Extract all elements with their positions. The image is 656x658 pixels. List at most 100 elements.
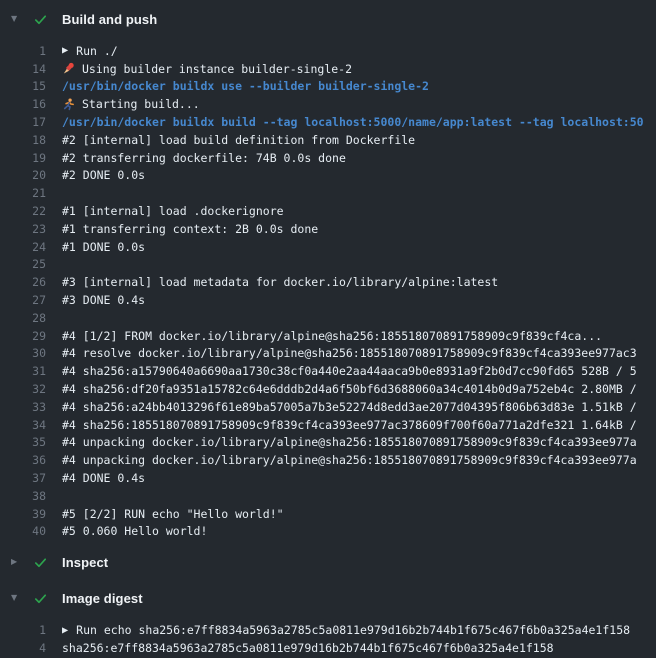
- line-number[interactable]: 40: [0, 524, 46, 538]
- workflow-log-viewer: ▼Build and push1▶Run ./14Using builder i…: [0, 0, 656, 658]
- line-number[interactable]: 15: [0, 79, 46, 93]
- log-line: 38: [0, 487, 656, 505]
- log-text: sha256:e7ff8834a5963a2785c5a0811e979d16b…: [62, 641, 554, 655]
- log-line: 19 #2 transferring dockerfile: 74B 0.0s d…: [0, 149, 656, 167]
- chevron-down-icon[interactable]: ▼: [11, 15, 25, 23]
- log-text: #1 transferring context: 2B 0.0s done: [62, 222, 318, 236]
- log-line: 21: [0, 184, 656, 202]
- line-number[interactable]: 29: [0, 329, 46, 343]
- line-number[interactable]: 20: [0, 168, 46, 182]
- log-text: #4 unpacking docker.io/library/alpine@sh…: [62, 453, 637, 467]
- log-text: ▶Run echo sha256:e7ff8834a5963a2785c5a08…: [62, 623, 630, 637]
- runner-icon: [62, 98, 75, 111]
- log-text: #4 sha256:a24bb4013296f61e89ba57005a7b3e…: [62, 400, 637, 414]
- log-line: 23 #1 transferring context: 2B 0.0s done: [0, 220, 656, 238]
- log-line: 1 ▶Run echo sha256:e7ff8834a5963a2785c5a0…: [0, 621, 656, 639]
- log-text: #2 transferring dockerfile: 74B 0.0s don…: [62, 151, 346, 165]
- log-text: /usr/bin/docker buildx use --builder bui…: [62, 79, 429, 93]
- step-log-lines: 1 ▶Run ./ 14 Using builder instance builder…: [0, 42, 656, 540]
- line-number[interactable]: 17: [0, 115, 46, 129]
- line-number[interactable]: 28: [0, 311, 46, 325]
- log-line: 15/usr/bin/docker buildx use --builder b…: [0, 78, 656, 96]
- log-line: 4 sha256:e7ff8834a5963a2785c5a0811e979d16…: [0, 639, 656, 657]
- log-text: #2 DONE 0.0s: [62, 168, 145, 182]
- chevron-right-icon[interactable]: ▶: [11, 558, 25, 566]
- log-line: 16 Starting build...: [0, 95, 656, 113]
- line-number[interactable]: 1: [0, 44, 46, 58]
- log-text: #4 sha256:185518070891758909c9f839cf4ca3…: [62, 418, 637, 432]
- step-image-digest: ▼Image digest 1 ▶Run echo sha256:e7ff8834a…: [0, 584, 656, 657]
- line-number[interactable]: 4: [0, 641, 46, 655]
- log-text: #5 0.060 Hello world!: [62, 524, 207, 538]
- play-icon[interactable]: ▶: [62, 625, 68, 634]
- line-number[interactable]: 21: [0, 186, 46, 200]
- log-text: #4 resolve docker.io/library/alpine@sha2…: [62, 346, 637, 360]
- log-text: /usr/bin/docker buildx build --tag local…: [62, 115, 644, 129]
- line-number[interactable]: 31: [0, 364, 46, 378]
- log-text: #4 sha256:df20fa9351a15782c64e6dddb2d4a6…: [62, 382, 637, 396]
- log-text: Using builder instance builder-single-2: [62, 62, 352, 76]
- log-text: #4 sha256:a15790640a6690aa1730c38cf0a440…: [62, 364, 637, 378]
- log-line: 36 #4 unpacking docker.io/library/alpine@…: [0, 451, 656, 469]
- log-line: 24 #1 DONE 0.0s: [0, 238, 656, 256]
- check-icon: [33, 555, 49, 570]
- log-text: ▶Run ./: [62, 44, 118, 58]
- line-number[interactable]: 1: [0, 623, 46, 637]
- line-number[interactable]: 33: [0, 400, 46, 414]
- step-header-build-and-push[interactable]: ▼Build and push: [0, 5, 656, 33]
- check-icon: [33, 591, 49, 606]
- log-line: 30 #4 resolve docker.io/library/alpine@sh…: [0, 345, 656, 363]
- line-number[interactable]: 38: [0, 489, 46, 503]
- line-number[interactable]: 27: [0, 293, 46, 307]
- line-number[interactable]: 34: [0, 418, 46, 432]
- line-number[interactable]: 14: [0, 62, 46, 76]
- log-text: #4 unpacking docker.io/library/alpine@sh…: [62, 435, 637, 449]
- line-number[interactable]: 24: [0, 240, 46, 254]
- line-number[interactable]: 22: [0, 204, 46, 218]
- log-text: Starting build...: [62, 97, 200, 111]
- line-number[interactable]: 25: [0, 257, 46, 271]
- log-line: 39 #5 [2/2] RUN echo "Hello world!": [0, 505, 656, 523]
- log-line: 34 #4 sha256:185518070891758909c9f839cf4c…: [0, 416, 656, 434]
- log-line: 37 #4 DONE 0.4s: [0, 469, 656, 487]
- check-icon: [33, 12, 49, 27]
- line-number[interactable]: 35: [0, 435, 46, 449]
- line-number[interactable]: 16: [0, 97, 46, 111]
- log-line: 27 #3 DONE 0.4s: [0, 291, 656, 309]
- log-text: #3 DONE 0.4s: [62, 293, 145, 307]
- log-line: 35 #4 unpacking docker.io/library/alpine@…: [0, 434, 656, 452]
- line-number[interactable]: 26: [0, 275, 46, 289]
- log-text: #1 [internal] load .dockerignore: [62, 204, 284, 218]
- log-line: 33 #4 sha256:a24bb4013296f61e89ba57005a7b…: [0, 398, 656, 416]
- chevron-down-icon[interactable]: ▼: [11, 594, 25, 602]
- log-line: 32 #4 sha256:df20fa9351a15782c64e6dddb2d4…: [0, 380, 656, 398]
- line-number[interactable]: 18: [0, 133, 46, 147]
- log-text: #4 [1/2] FROM docker.io/library/alpine@s…: [62, 329, 602, 343]
- log-text: #1 DONE 0.0s: [62, 240, 145, 254]
- line-number[interactable]: 19: [0, 151, 46, 165]
- log-line: 25: [0, 256, 656, 274]
- pushpin-icon: [62, 62, 75, 75]
- play-icon[interactable]: ▶: [62, 46, 68, 55]
- log-line: 31 #4 sha256:a15790640a6690aa1730c38cf0a4…: [0, 362, 656, 380]
- line-number[interactable]: 32: [0, 382, 46, 396]
- log-line: 29 #4 [1/2] FROM docker.io/library/alpine…: [0, 327, 656, 345]
- step-inspect: ▶ Inspect: [0, 548, 656, 576]
- line-number[interactable]: 37: [0, 471, 46, 485]
- step-title: Inspect: [62, 555, 108, 570]
- log-text: #3 [internal] load metadata for docker.i…: [62, 275, 498, 289]
- step-header-inspect[interactable]: ▶ Inspect: [0, 548, 656, 576]
- log-text: #2 [internal] load build definition from…: [62, 133, 415, 147]
- log-text: #4 DONE 0.4s: [62, 471, 145, 485]
- line-number[interactable]: 23: [0, 222, 46, 236]
- log-line: 1 ▶Run ./: [0, 42, 656, 60]
- log-line: 14 Using builder instance builder-single-…: [0, 60, 656, 78]
- line-number[interactable]: 30: [0, 346, 46, 360]
- log-text: #5 [2/2] RUN echo "Hello world!": [62, 507, 284, 521]
- log-line: 20 #2 DONE 0.0s: [0, 167, 656, 185]
- line-number[interactable]: 36: [0, 453, 46, 467]
- line-number[interactable]: 39: [0, 507, 46, 521]
- log-line: 18 #2 [internal] load build definition fr…: [0, 131, 656, 149]
- step-header-image-digest[interactable]: ▼Image digest: [0, 584, 656, 612]
- log-line: 17/usr/bin/docker buildx build --tag loc…: [0, 113, 656, 131]
